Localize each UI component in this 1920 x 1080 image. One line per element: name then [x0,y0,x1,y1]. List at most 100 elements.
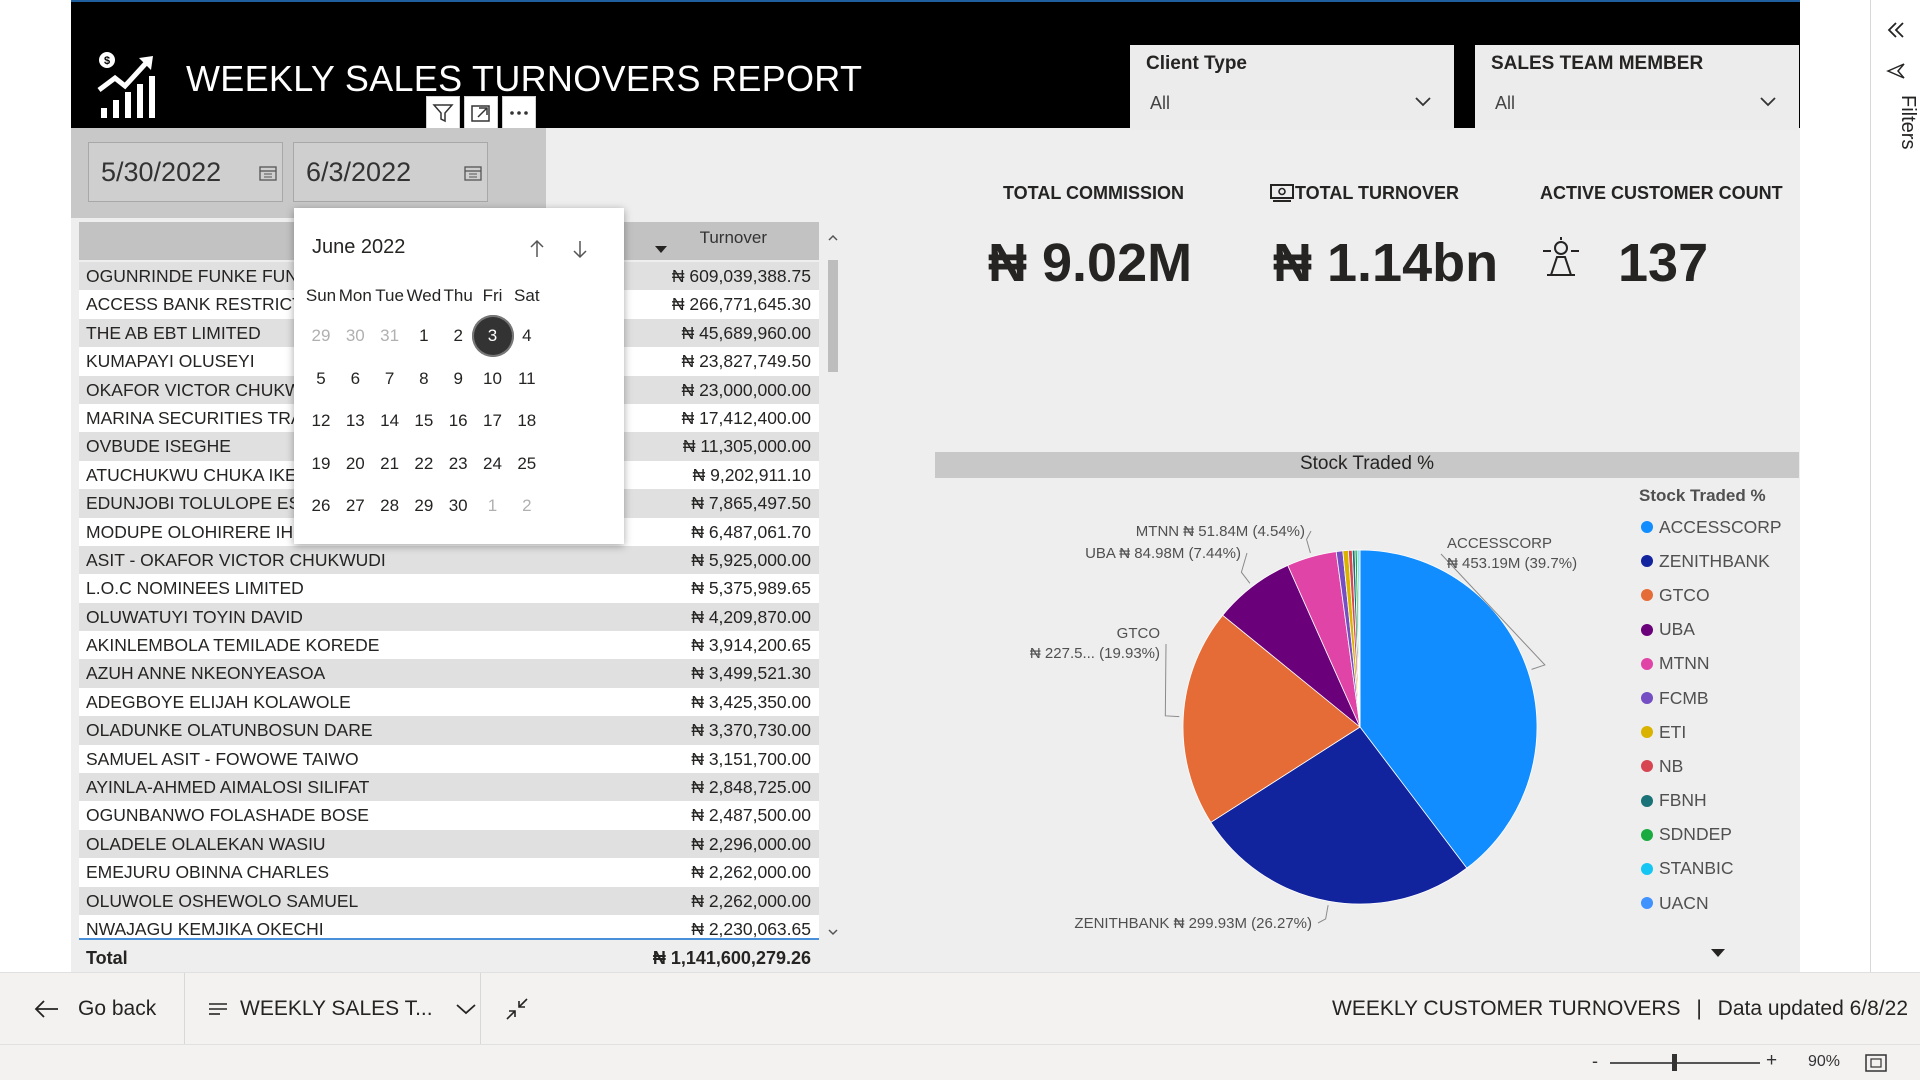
legend-item[interactable]: FBNH [1639,784,1789,818]
start-date-value[interactable]: 5/30/2022 [101,157,221,188]
customer-name-cell: AYINLA-AHMED AIMALOSI SILIFAT [86,777,370,798]
divider [184,973,185,1045]
expand-filters-icon[interactable] [1885,20,1907,40]
sales-team-member-slicer-title: SALES TEAM MEMBER [1491,53,1704,74]
calendar-icon[interactable] [464,165,482,181]
start-date-input[interactable]: 5/30/2022 [88,142,283,202]
date-range-slicer: 5/30/2022 6/3/2022 [71,128,546,218]
turnover-cell: ₦ 5,375,989.65 [691,578,811,599]
table-row[interactable]: ADEGBOYE ELIJAH KOLAWOLE ₦ 3,425,350.00 [79,687,819,717]
customer-name-cell: AKINLEMBOLA TEMILADE KOREDE [86,635,380,656]
legend-item[interactable]: ZENITHBANK [1639,544,1789,578]
client-type-slicer-value[interactable]: All [1150,93,1170,114]
sales-team-member-slicer-value[interactable]: All [1495,93,1515,114]
stock-traded-pie-chart[interactable]: ACCESSCORP ₦ 453.19M (39.7%) ZENITHBANK ₦ … [935,480,1635,960]
table-row[interactable]: AKINLEMBOLA TEMILADE KOREDE ₦ 3,914,200.6… [79,631,819,660]
chevron-down-icon[interactable] [1759,93,1777,111]
active-customer-count-title: ACTIVE CUSTOMER COUNT [1540,183,1783,203]
calendar-day[interactable]: 2 [506,485,548,527]
report-canvas: $ WEEKLY SALES TURNOVERS REPORT Client T… [71,0,1800,972]
chevron-down-icon[interactable] [1414,93,1432,111]
sales-team-member-slicer[interactable]: SALES TEAM MEMBER All [1475,45,1799,130]
report-info: WEEKLY CUSTOMER TURNOVERS | Data updated… [1332,997,1908,1021]
scrollbar-thumb[interactable] [828,260,838,372]
calendar-day[interactable]: 25 [506,443,548,485]
data-label: ZENITHBANK ₦ 299.93M (26.27%) [1074,915,1312,932]
table-row[interactable]: OLADUNKE OLATUNBOSUN DARE ₦ 3,370,730.00 [79,716,819,745]
turnover-cell: ₦ 2,296,000.00 [691,833,811,854]
total-value: ₦ 1,141,600,279.26 [652,948,811,968]
table-scrollbar[interactable] [825,222,841,942]
legend-label: FCMB [1659,687,1709,708]
total-commission-value: ₦ 9.02M [988,233,1193,293]
go-back-button[interactable]: Go back [34,991,156,1027]
client-type-slicer[interactable]: Client Type All [1130,45,1454,130]
table-row[interactable]: OLADELE OLALEKAN WASIU ₦ 2,296,000.00 [79,829,819,859]
focus-mode-icon[interactable] [464,96,498,130]
zoom-slider-thumb[interactable] [1672,1054,1677,1071]
legend-item[interactable]: GTCO [1639,578,1789,612]
zoom-slider-track[interactable] [1610,1062,1760,1064]
legend-scroll-down-icon[interactable] [1711,949,1725,957]
legend-item[interactable]: UBA [1639,613,1789,647]
customer-name-cell: OGUNRINDE FUNKE FUNM [86,266,313,286]
legend-item[interactable]: ACCESSCORP [1639,510,1789,544]
data-label: MTNN ₦ 51.84M (4.54%) [1136,523,1305,540]
more-options-icon[interactable] [502,96,536,130]
table-total-row: Total ₦ 1,141,600,279.26 [79,938,819,972]
table-row[interactable]: OGUNBANWO FOLASHADE BOSE ₦ 2,487,500.00 [79,801,819,830]
legend-item[interactable]: MTNN [1639,647,1789,681]
table-row[interactable]: EMEJURU OBINNA CHARLES ₦ 2,262,000.00 [79,858,819,887]
end-date-value[interactable]: 6/3/2022 [306,157,411,188]
zoom-level[interactable]: 90% [1808,1053,1840,1071]
legend-item[interactable]: NB [1639,749,1789,783]
previous-month-arrow-icon[interactable] [527,238,547,260]
fit-to-page-icon[interactable] [1864,1052,1888,1074]
filters-pane-label[interactable]: Filters [1896,95,1919,149]
calendar-day[interactable]: 18 [506,400,548,442]
total-turnover-title: TOTAL TURNOVER [1295,183,1460,203]
filters-pane-collapsed[interactable]: Filters [1870,0,1920,1040]
turnover-cell: ₦ 2,262,000.00 [691,890,811,911]
legend-item[interactable]: UACN [1639,886,1789,920]
table-row[interactable]: OLUWATUYI TOYIN DAVID ₦ 4,209,870.00 [79,602,819,632]
scroll-down-icon[interactable] [825,924,841,940]
legend-item[interactable]: STANBIC [1639,852,1789,886]
table-row[interactable]: AZUH ANNE NKEONYEASOA ₦ 3,499,521.30 [79,659,819,688]
column-header-turnover[interactable]: Turnover [700,228,767,248]
legend-label: UBA [1659,619,1695,640]
table-row[interactable]: SAMUEL ASIT - FOWOWE TAIWO ₦ 3,151,700.00 [79,744,819,774]
report-info-separator: | [1696,997,1702,1020]
legend-item[interactable]: SDNDEP [1639,818,1789,852]
calendar-day[interactable]: 4 [506,315,548,357]
zoom-in-button[interactable]: + [1766,1050,1777,1072]
filter-icon[interactable] [426,96,460,130]
calendar-icon[interactable] [259,165,277,181]
customer-name-cell: EMEJURU OBINNA CHARLES [86,862,330,883]
calendar-day[interactable]: 11 [506,358,548,400]
sort-descending-icon[interactable] [655,246,667,253]
collapse-arrows-icon[interactable] [505,997,529,1021]
data-label-leader-line [1240,552,1251,584]
scroll-up-icon[interactable] [825,230,841,246]
turnover-cell: ₦ 45,689,960.00 [681,322,811,343]
page-navigator-dropdown[interactable]: WEEKLY SALES T... [208,991,477,1027]
customer-name-cell: THE AB EBT LIMITED [86,322,261,343]
legend-marker [1641,760,1653,773]
legend-item[interactable]: ETI [1639,715,1789,749]
zoom-out-button[interactable]: - [1592,1051,1598,1072]
turnover-cell: ₦ 3,370,730.00 [691,720,811,741]
legend-label: ZENITHBANK [1659,550,1770,571]
customer-name-cell: OVBUDE ISEGHE [86,436,231,457]
end-date-input[interactable]: 6/3/2022 [293,142,488,202]
turnover-cell: ₦ 9,202,911.10 [692,464,811,485]
table-row[interactable]: ASIT - OKAFOR VICTOR CHUKWUDI ₦ 5,925,000… [79,545,819,575]
legend-label: ETI [1659,721,1687,742]
next-month-arrow-icon[interactable] [570,238,590,260]
table-row[interactable]: OLUWOLE OSHEWOLO SAMUEL ₦ 2,262,000.00 [79,886,819,915]
total-commission-title: TOTAL COMMISSION [1003,183,1185,203]
legend-marker [1641,897,1653,910]
legend-item[interactable]: FCMB [1639,681,1789,715]
table-row[interactable]: AYINLA-AHMED AIMALOSI SILIFAT ₦ 2,848,725… [79,773,819,802]
table-row[interactable]: L.O.C NOMINEES LIMITED ₦ 5,375,989.65 [79,574,819,603]
